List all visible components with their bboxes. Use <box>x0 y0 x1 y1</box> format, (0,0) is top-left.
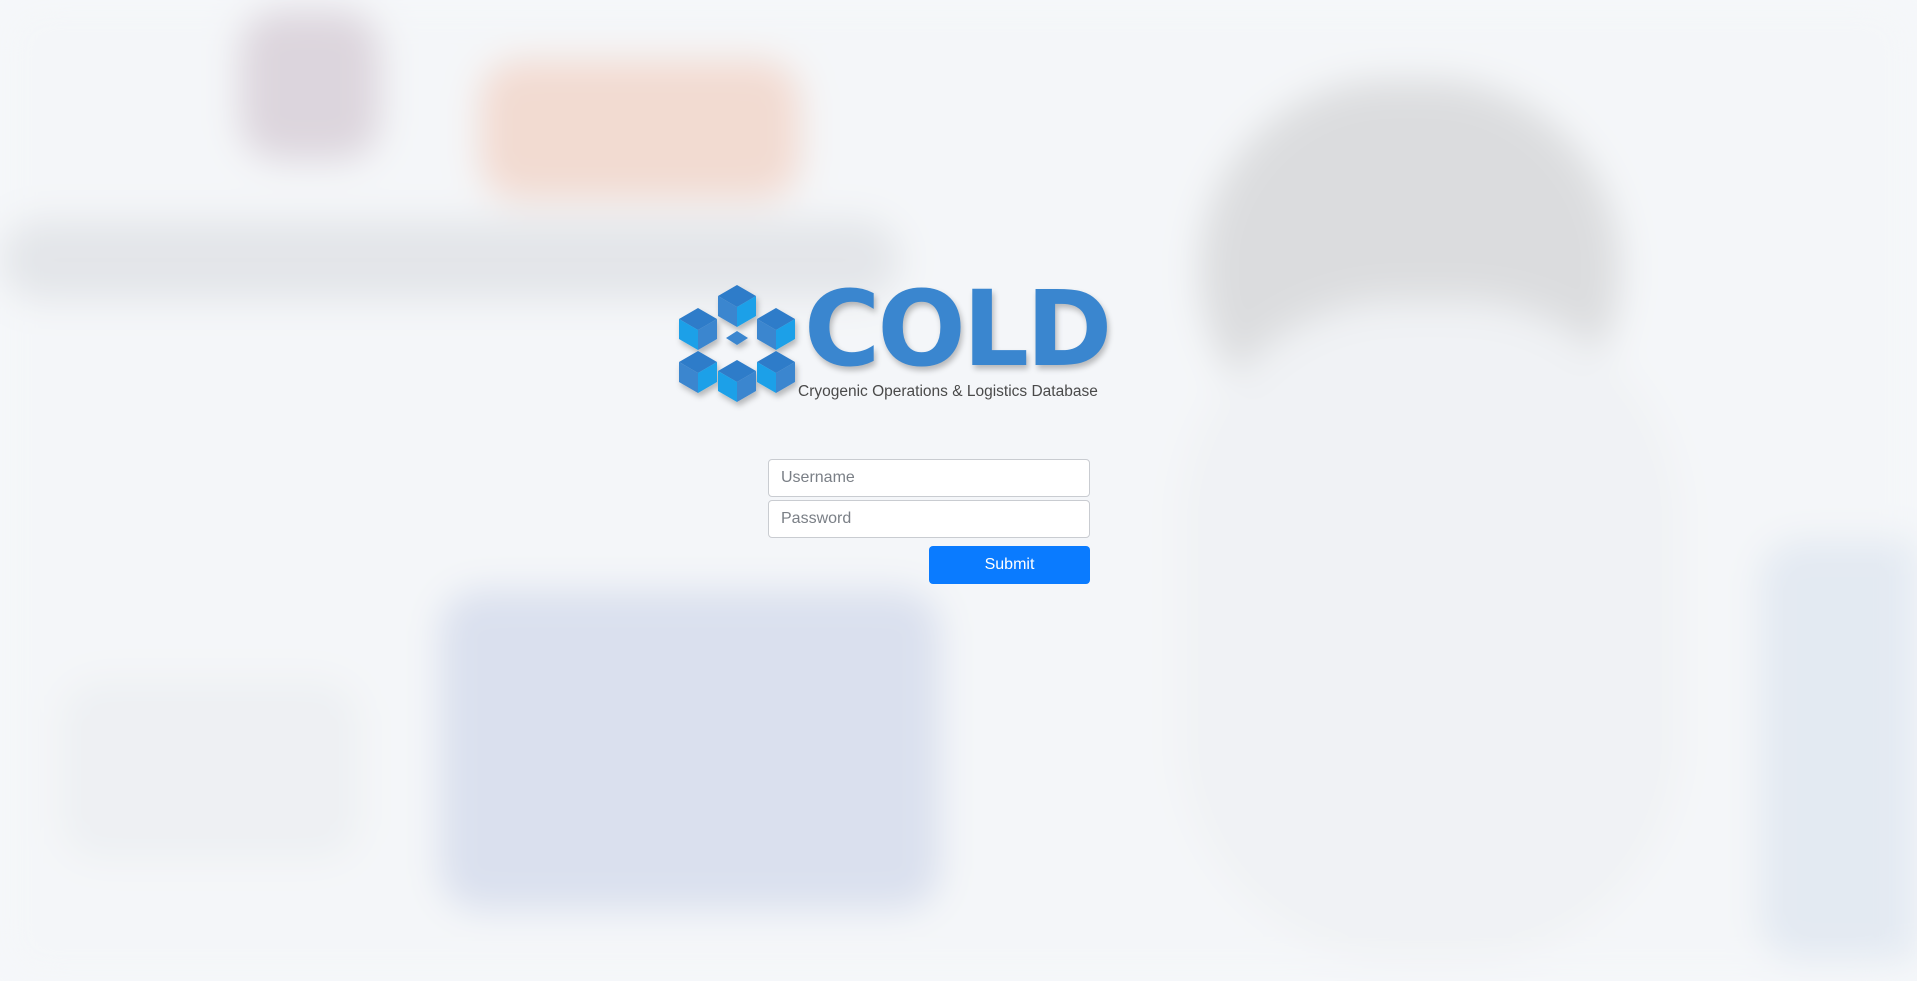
logo-tagline: Cryogenic Operations & Logistics Databas… <box>798 383 1098 400</box>
submit-button[interactable]: Submit <box>929 546 1090 584</box>
cold-logo: COLD Cryogenic Operations & Logistics Da… <box>676 277 1116 405</box>
username-input[interactable] <box>768 459 1090 497</box>
login-form: Submit <box>768 459 1090 584</box>
password-input[interactable] <box>768 500 1090 538</box>
snowflake-hexagon-icon <box>679 285 795 402</box>
logo-wordmark: COLD <box>804 268 1112 390</box>
login-page: COLD Cryogenic Operations & Logistics Da… <box>0 0 1917 981</box>
